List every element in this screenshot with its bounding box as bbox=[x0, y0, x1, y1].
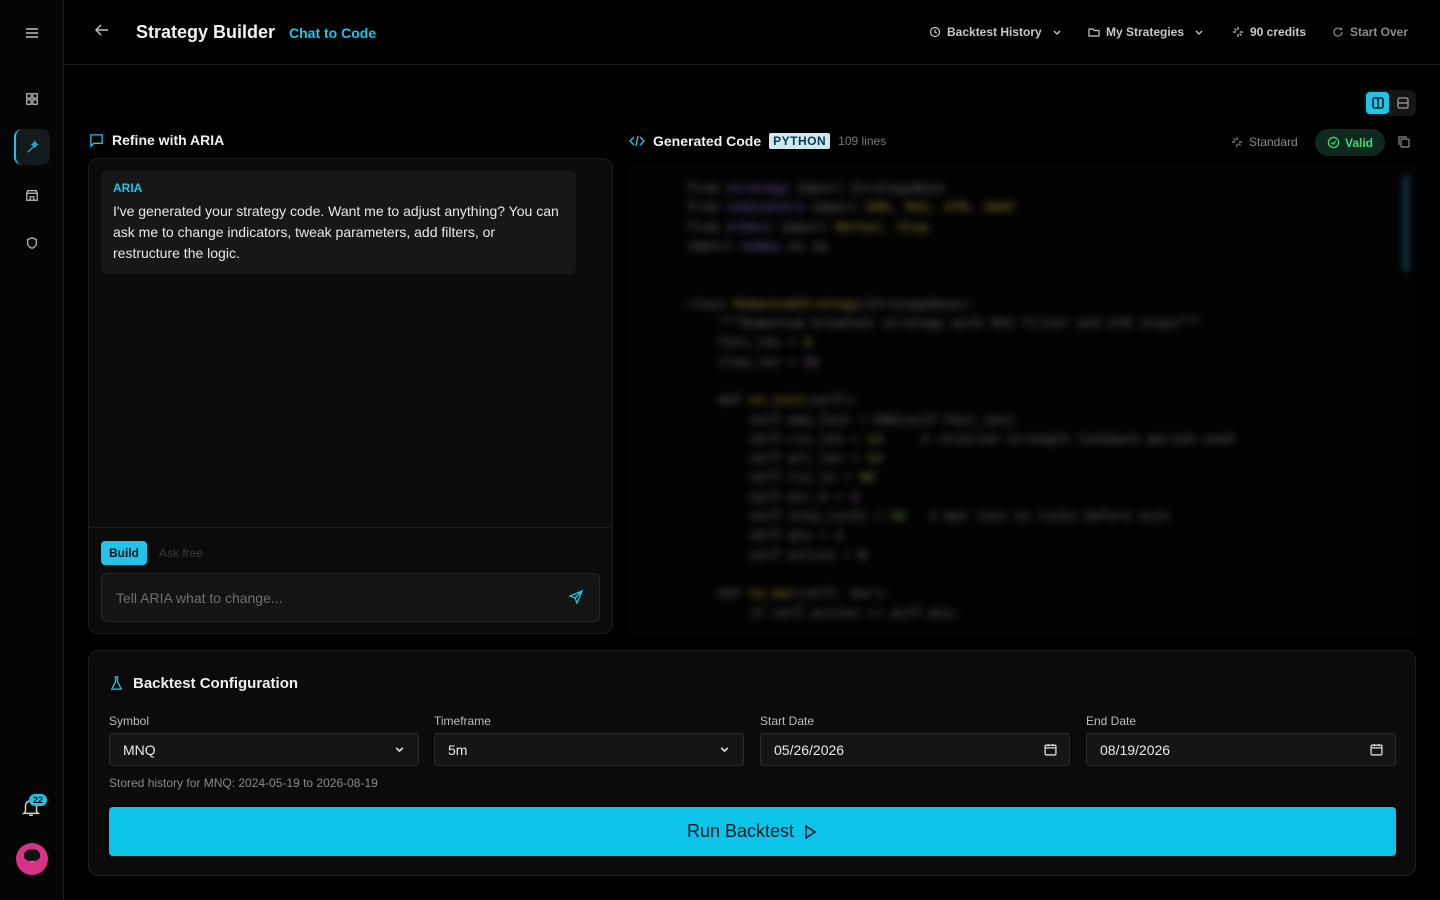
message-text: I've generated your strategy code. Want … bbox=[113, 203, 559, 261]
strategy-builder-icon[interactable] bbox=[14, 129, 50, 165]
symbol-label: Symbol bbox=[109, 714, 150, 728]
build-mode-tab[interactable]: Build bbox=[101, 541, 147, 565]
ask-mode-tab[interactable]: Ask free bbox=[151, 541, 211, 565]
end-date-label: End Date bbox=[1086, 714, 1137, 728]
chevron-down-icon bbox=[395, 747, 404, 753]
calendar-icon[interactable] bbox=[1370, 743, 1383, 756]
app-root: 22 Strategy Builder Chat to Code Backtes… bbox=[0, 0, 1440, 900]
flask-icon bbox=[110, 676, 123, 690]
send-icon[interactable] bbox=[568, 589, 586, 607]
my-strategies-button[interactable]: My Strategies bbox=[1088, 25, 1204, 39]
calendar-icon[interactable] bbox=[1044, 743, 1057, 756]
valid-status-label: Valid bbox=[1345, 135, 1374, 150]
history-icon bbox=[929, 26, 941, 38]
backtest-config-label: Backtest Configuration bbox=[133, 675, 299, 692]
backtest-history-label: Backtest History bbox=[947, 25, 1042, 39]
start-date-label: Start Date bbox=[760, 714, 815, 728]
timeframe-label: Timeframe bbox=[434, 714, 491, 728]
stored-history-note: Stored history for MNQ: 2024-05-19 to 20… bbox=[109, 776, 378, 790]
sidebar: 22 bbox=[0, 0, 64, 900]
backtest-history-button[interactable]: Backtest History bbox=[929, 25, 1062, 39]
code-content: from strategy import StrategyBase from i… bbox=[687, 181, 1234, 621]
my-strategies-label: My Strategies bbox=[1106, 25, 1185, 39]
top-header: Strategy Builder Chat to Code Backtest H… bbox=[64, 0, 1440, 65]
credits-indicator[interactable]: 90 credits bbox=[1232, 25, 1306, 39]
end-date-value: 08/19/2026 bbox=[1100, 741, 1171, 758]
start-over-button[interactable]: Start Over bbox=[1332, 25, 1408, 39]
timeframe-select[interactable]: 5m bbox=[434, 733, 744, 766]
assistant-message: ARIA I've generated your strategy code. … bbox=[101, 171, 576, 274]
refresh-icon bbox=[1333, 27, 1343, 37]
view-toggle bbox=[1364, 90, 1416, 116]
language-badge: PYTHON bbox=[769, 133, 831, 149]
dashboard-icon[interactable] bbox=[14, 81, 50, 117]
stacked-view-icon[interactable] bbox=[1391, 92, 1414, 114]
start-date-input[interactable]: 05/26/2026 bbox=[760, 733, 1070, 766]
backtest-config-panel: Backtest Configuration Symbol MNQ Timefr… bbox=[88, 650, 1416, 876]
code-mode-indicator[interactable]: Standard bbox=[1231, 135, 1298, 149]
page-title: Strategy Builder bbox=[136, 22, 276, 42]
sparkle-icon bbox=[1233, 27, 1243, 37]
chat-bubble-icon bbox=[90, 133, 103, 148]
timeframe-value: 5m bbox=[448, 741, 468, 758]
run-backtest-label: Run Backtest bbox=[686, 821, 795, 841]
symbol-value: MNQ bbox=[123, 741, 156, 758]
split-view-icon[interactable] bbox=[1366, 92, 1389, 114]
symbol-select[interactable]: MNQ bbox=[109, 733, 419, 766]
start-over-label: Start Over bbox=[1350, 25, 1409, 39]
notification-badge: 22 bbox=[29, 794, 48, 806]
chat-composer: Build Ask free bbox=[89, 527, 612, 635]
chevron-down-icon bbox=[720, 747, 729, 753]
shield-icon[interactable] bbox=[14, 225, 50, 261]
play-icon bbox=[805, 824, 817, 839]
start-date-value: 05/26/2026 bbox=[774, 741, 845, 758]
chat-heading-label: Refine with ARIA bbox=[112, 132, 225, 148]
backtest-config-heading: Backtest Configuration bbox=[109, 675, 298, 692]
page-subtitle: Chat to Code bbox=[289, 25, 377, 41]
run-backtest-button[interactable]: Run Backtest bbox=[109, 807, 1396, 856]
chevron-down-icon bbox=[1195, 30, 1203, 35]
line-count: 109 lines bbox=[838, 134, 887, 148]
code-scrollbar[interactable] bbox=[1402, 175, 1410, 271]
code-heading-label: Generated Code bbox=[653, 133, 762, 149]
code-editor[interactable]: from strategy import StrategyBase from i… bbox=[629, 165, 1416, 635]
folder-icon bbox=[1088, 28, 1100, 37]
back-arrow-icon[interactable] bbox=[94, 22, 114, 42]
end-date-input[interactable]: 08/19/2026 bbox=[1086, 733, 1396, 766]
code-icon bbox=[629, 135, 645, 147]
code-mode-label: Standard bbox=[1249, 135, 1298, 149]
chat-heading: Refine with ARIA bbox=[89, 132, 224, 148]
sparkle-icon bbox=[1232, 137, 1242, 147]
chevron-down-icon bbox=[1053, 30, 1061, 35]
credits-label: 90 credits bbox=[1250, 25, 1307, 39]
check-circle-icon bbox=[1327, 136, 1340, 149]
menu-icon[interactable] bbox=[14, 15, 50, 51]
copy-icon[interactable] bbox=[1397, 135, 1411, 149]
chat-panel: ARIA I've generated your strategy code. … bbox=[88, 158, 613, 634]
message-sender: ARIA bbox=[113, 181, 143, 195]
valid-status-badge: Valid bbox=[1315, 129, 1386, 156]
store-icon[interactable] bbox=[14, 177, 50, 213]
avatar[interactable] bbox=[16, 843, 48, 875]
code-heading: Generated Code PYTHON 109 lines bbox=[629, 133, 886, 149]
chat-input[interactable] bbox=[101, 573, 600, 622]
